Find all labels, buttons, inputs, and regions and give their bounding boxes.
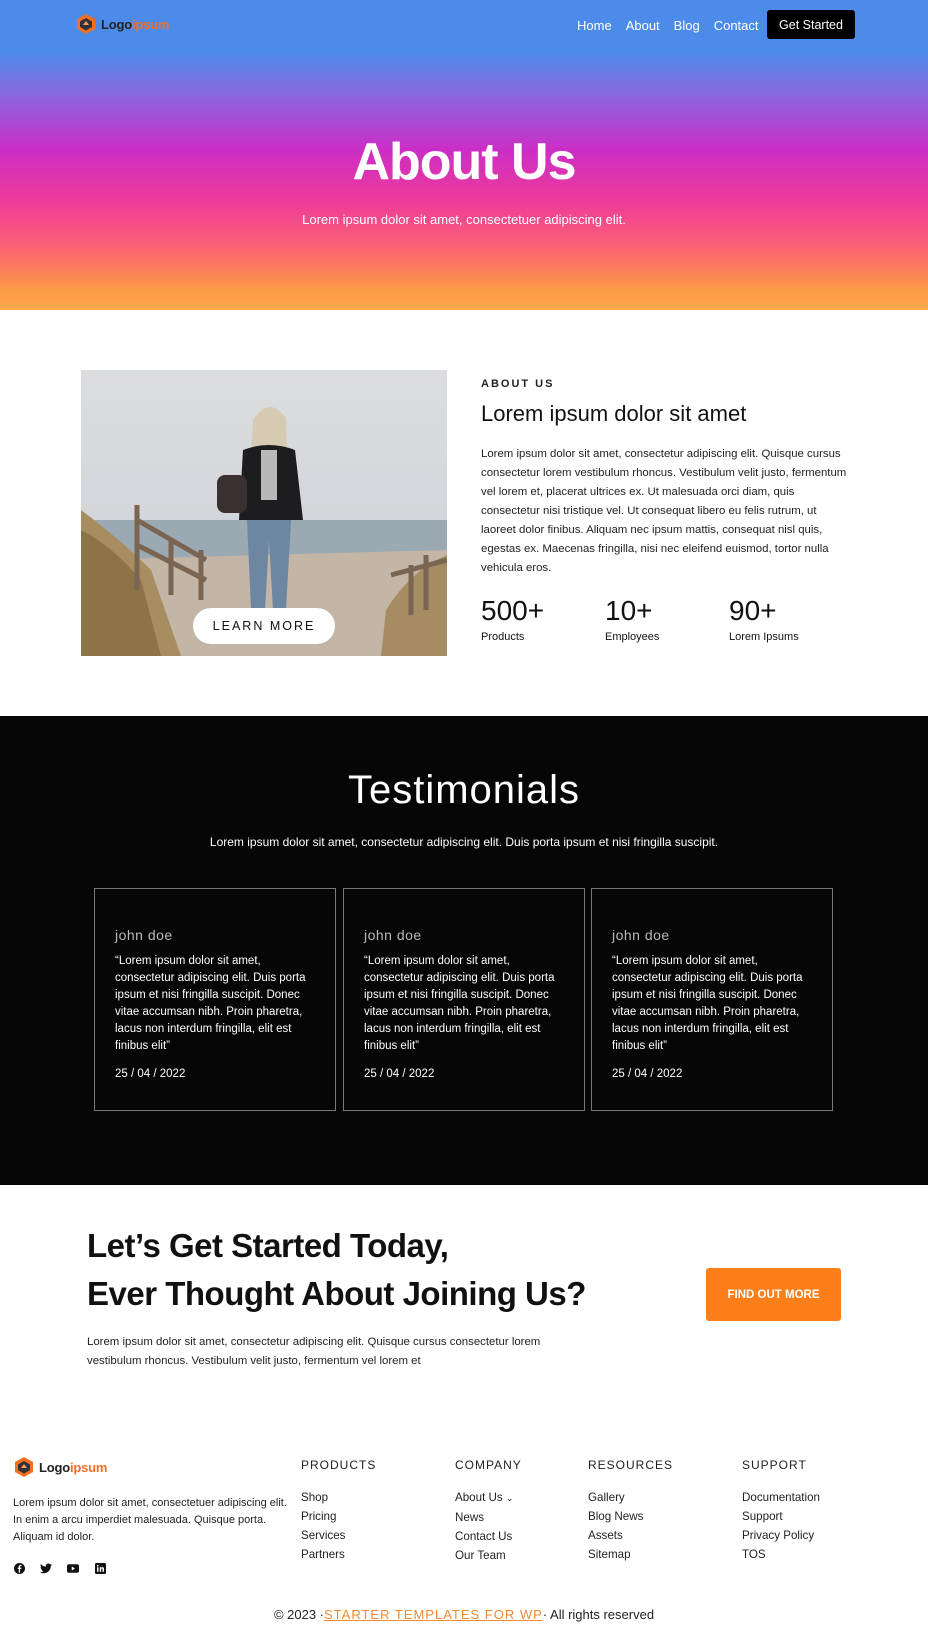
- footer-column-heading: COMPANY: [455, 1458, 522, 1472]
- footer-link-assets[interactable]: Assets: [588, 1526, 673, 1545]
- footer-link-pricing[interactable]: Pricing: [301, 1507, 376, 1526]
- logo-icon: [75, 13, 97, 35]
- facebook-icon[interactable]: [13, 1562, 25, 1574]
- social-links: [13, 1562, 106, 1574]
- stat-value: 500+: [481, 595, 545, 626]
- testimonial-card: john doe “Lorem ipsum dolor sit amet, co…: [343, 888, 585, 1111]
- testimonials-title: Testimonials: [347, 768, 581, 812]
- stat-lorem-ipsums: 90+ Lorem Ipsums: [729, 595, 799, 643]
- footer-link-privacy-policy[interactable]: Privacy Policy: [742, 1526, 820, 1545]
- stat-label: Lorem Ipsums: [729, 631, 799, 643]
- testimonials-subtitle: Lorem ipsum dolor sit amet, consectetur …: [209, 835, 719, 849]
- stat-label: Products: [481, 631, 525, 643]
- logo-text: Logoipsum: [101, 17, 169, 32]
- get-started-button[interactable]: Get Started: [767, 10, 855, 39]
- find-out-more-button[interactable]: FIND OUT MORE: [706, 1268, 841, 1321]
- footer-description: Lorem ipsum dolor sit amet, consectetuer…: [13, 1497, 287, 1543]
- youtube-icon[interactable]: [67, 1562, 79, 1574]
- footer-logo[interactable]: Logoipsum: [13, 1456, 107, 1478]
- testimonial-name: john doe: [364, 927, 422, 943]
- hero-section: Logoipsum Home About Blog Contact Get St…: [0, 0, 928, 310]
- footer-column-heading: SUPPORT: [742, 1458, 807, 1472]
- about-body: Lorem ipsum dolor sit amet, consectetur …: [481, 448, 847, 574]
- stat-products: 500+ Products: [481, 595, 544, 643]
- footer-column-support: SUPPORT Documentation Support Privacy Po…: [742, 1458, 820, 1564]
- logo-text-part1: Logo: [39, 1459, 70, 1475]
- testimonials-section: Testimonials Lorem ipsum dolor sit amet,…: [0, 716, 928, 1185]
- testimonial-quote: “Lorem ipsum dolor sit amet, consectetur…: [612, 955, 803, 1052]
- nav-contact[interactable]: Contact: [714, 18, 759, 33]
- twitter-icon[interactable]: [40, 1562, 52, 1574]
- testimonial-name: john doe: [115, 927, 173, 943]
- stat-label: Employees: [605, 631, 660, 643]
- footer-link-blog-news[interactable]: Blog News: [588, 1507, 673, 1526]
- testimonial-name: john doe: [612, 927, 670, 943]
- footer-column-heading: PRODUCTS: [301, 1458, 377, 1472]
- footer-link-support[interactable]: Support: [742, 1507, 820, 1526]
- footer-link-documentation[interactable]: Documentation: [742, 1488, 820, 1507]
- footer-link-news[interactable]: News: [455, 1508, 522, 1527]
- footer-link-sitemap[interactable]: Sitemap: [588, 1545, 673, 1564]
- copyright-link[interactable]: STARTER TEMPLATES FOR WP: [324, 1607, 543, 1622]
- testimonial-quote: “Lorem ipsum dolor sit amet, consectetur…: [364, 955, 555, 1052]
- logo-icon: [13, 1456, 35, 1478]
- testimonial-card: john doe “Lorem ipsum dolor sit amet, co…: [94, 888, 336, 1111]
- cta-title: Let’s Get Started Today, Ever Thought Ab…: [87, 1222, 586, 1318]
- cta-title-line2: Ever Thought About Joining Us?: [87, 1275, 586, 1312]
- testimonial-card: john doe “Lorem ipsum dolor sit amet, co…: [591, 888, 833, 1111]
- logo-text-part2: ipsum: [131, 16, 170, 32]
- footer-column-company: COMPANY About Us ⌄ News Contact Us Our T…: [455, 1458, 522, 1565]
- logo-text-part1: Logo: [101, 16, 132, 32]
- stat-employees: 10+ Employees: [605, 595, 659, 643]
- footer-link-shop[interactable]: Shop: [301, 1488, 376, 1507]
- footer-link-our-team[interactable]: Our Team: [455, 1546, 522, 1565]
- nav-links: Home About Blog Contact: [577, 18, 759, 33]
- nav-home[interactable]: Home: [577, 18, 612, 33]
- testimonial-date: 25 / 04 / 2022: [115, 1068, 186, 1080]
- chevron-down-icon: ⌄: [505, 1493, 514, 1503]
- footer-column-products: PRODUCTS Shop Pricing Services Partners: [301, 1458, 376, 1564]
- stat-value: 10+: [605, 595, 653, 626]
- hero-subtitle: Lorem ipsum dolor sit amet, consectetuer…: [302, 212, 626, 227]
- testimonial-quote: “Lorem ipsum dolor sit amet, consectetur…: [115, 955, 306, 1052]
- header-logo[interactable]: Logoipsum: [75, 13, 169, 35]
- nav-about[interactable]: About: [626, 18, 660, 33]
- logo-text-part2: ipsum: [69, 1459, 108, 1475]
- copyright-prefix: © 2023 ·: [273, 1607, 324, 1622]
- footer-link-contact-us[interactable]: Contact Us: [455, 1527, 522, 1546]
- linkedin-icon[interactable]: [94, 1562, 106, 1574]
- footer-link-services[interactable]: Services: [301, 1526, 376, 1545]
- footer-link-tos[interactable]: TOS: [742, 1545, 820, 1564]
- hero-title: About Us: [352, 133, 576, 191]
- nav-blog[interactable]: Blog: [674, 18, 700, 33]
- about-title: Lorem ipsum dolor sit amet: [481, 401, 747, 426]
- footer-link-partners[interactable]: Partners: [301, 1545, 376, 1564]
- testimonial-date: 25 / 04 / 2022: [612, 1068, 683, 1080]
- footer-link-about-us[interactable]: About Us ⌄: [455, 1488, 522, 1508]
- footer-column-resources: RESOURCES Gallery Blog News Assets Sitem…: [588, 1458, 673, 1564]
- about-eyebrow: ABOUT US: [481, 378, 555, 390]
- footer-link-label: About Us: [455, 1491, 503, 1504]
- footer-column-heading: RESOURCES: [588, 1458, 674, 1472]
- copyright: © 2023 ·STARTER TEMPLATES FOR WP· All ri…: [0, 1607, 928, 1622]
- stat-value: 90+: [729, 595, 777, 626]
- footer-link-gallery[interactable]: Gallery: [588, 1488, 673, 1507]
- logo-text: Logoipsum: [39, 1460, 107, 1475]
- cta-title-line1: Let’s Get Started Today,: [87, 1227, 449, 1264]
- learn-more-button[interactable]: LEARN MORE: [193, 608, 335, 644]
- copyright-suffix: · All rights reserved: [542, 1607, 655, 1622]
- testimonial-date: 25 / 04 / 2022: [364, 1068, 435, 1080]
- cta-body: Lorem ipsum dolor sit amet, consectetur …: [87, 1336, 541, 1367]
- top-nav: Logoipsum Home About Blog Contact Get St…: [0, 0, 928, 52]
